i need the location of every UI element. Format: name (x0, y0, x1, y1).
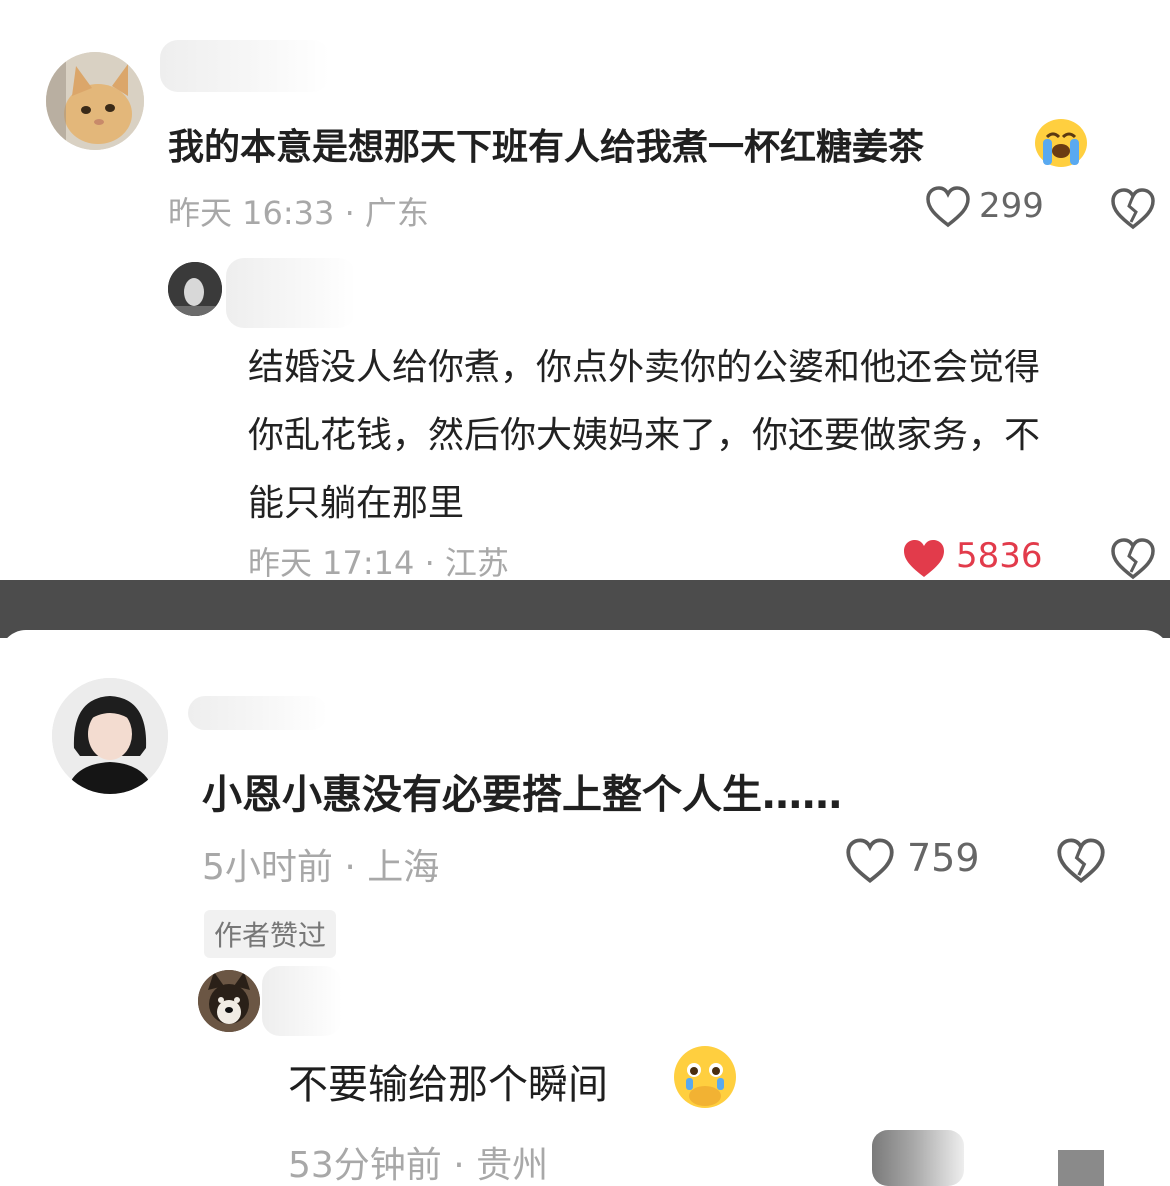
like-button[interactable]: 759 (845, 834, 985, 888)
reply-username-blurred[interactable] (226, 258, 356, 328)
woman-avatar[interactable] (52, 678, 168, 794)
comment-text: 我的本意是想那天下班有人给我煮一杯红糖姜茶 (168, 127, 925, 168)
broken-heart-icon[interactable] (1056, 838, 1106, 884)
like-count: 759 (907, 836, 980, 880)
reply-like-count: 5836 (956, 536, 1043, 576)
top-comment-thread: 我的本意是想那天下班有人给我煮一杯红糖姜茶 昨天 16:33 · 广东 299 … (0, 0, 1170, 580)
author-liked-badge: 作者赞过 (204, 910, 337, 958)
comment-time-location: 5小时前 · 上海 (202, 847, 440, 888)
comment-time-location: 昨天 16:33 · 广东 (168, 194, 429, 232)
reply-text: 不要输给那个瞬间 (288, 1062, 608, 1108)
reply-text: 结婚没人给你煮，你点外卖你的公婆和他还会觉得 你乱花钱，然后你大姨妈来了，你还要… (248, 334, 1040, 538)
reply-avatar[interactable] (168, 262, 222, 316)
face-holding-back-tears-icon (674, 1046, 736, 1108)
heart-outline-icon (926, 186, 970, 228)
heart-outline-icon (846, 838, 894, 883)
like-button[interactable]: 299 (925, 184, 1055, 232)
loudly-crying-face-icon (1035, 119, 1087, 167)
bottom-comment-thread: 小恩小惠没有必要搭上整个人生…… 5小时前 · 上海 759 作者赞过 不要输给… (0, 630, 1170, 1186)
comment-text: 小恩小惠没有必要搭上整个人生…… (202, 772, 842, 818)
reply-text-line-2: 你乱花钱，然后你大姨妈来了，你还要做家务，不 (248, 415, 1041, 456)
reply-like-button[interactable]: 5836 (900, 534, 1050, 580)
reply-time-location: 昨天 17:14 · 江苏 (248, 544, 509, 580)
cat-avatar[interactable] (46, 52, 144, 150)
username-blurred[interactable] (188, 696, 328, 730)
reply-username-blurred[interactable] (262, 966, 342, 1036)
username-blurred[interactable] (160, 40, 330, 92)
reply-text-line-3: 能只躺在那里 (248, 483, 465, 524)
blurred-like-control[interactable] (872, 1130, 964, 1186)
reply-broken-heart-icon[interactable] (1110, 538, 1156, 580)
broken-heart-icon[interactable] (1110, 188, 1156, 230)
heart-filled-icon (904, 540, 944, 577)
reply-time-location: 53分钟前 · 贵州 (288, 1145, 549, 1186)
dog-avatar[interactable] (198, 970, 260, 1032)
blurred-dislike-control[interactable] (1058, 1150, 1104, 1186)
reply-text-line-1: 结婚没人给你煮，你点外卖你的公婆和他还会觉得 (248, 347, 1041, 388)
like-count: 299 (979, 186, 1044, 226)
